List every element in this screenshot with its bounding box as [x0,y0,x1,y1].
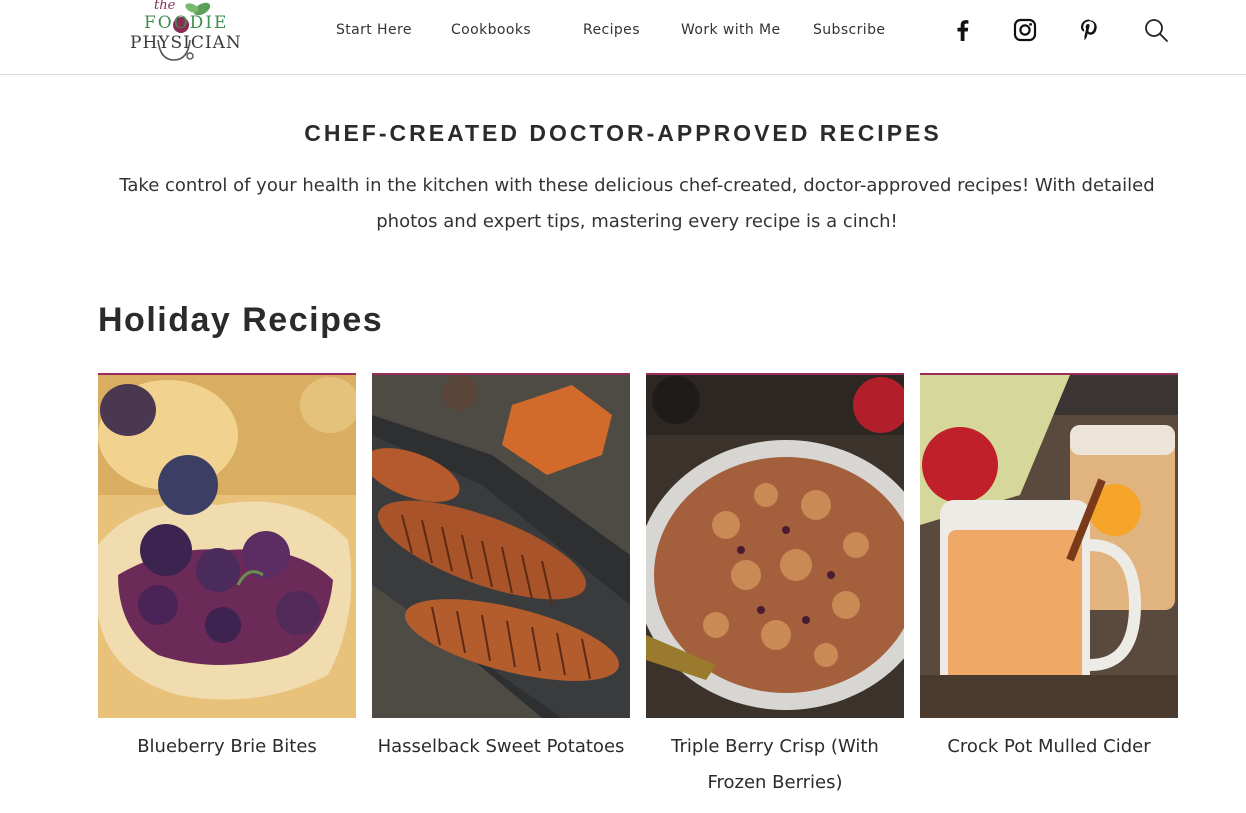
nav-start-here[interactable]: Start Here [336,22,412,38]
nav-recipes[interactable]: Recipes [583,22,640,38]
section-title: Holiday Recipes [98,301,384,339]
recipe-card[interactable]: Triple Berry Crisp (With Frozen Berries) [646,373,904,801]
hero-description: Take control of your health in the kitch… [119,175,1155,232]
nav-cookbooks[interactable]: Cookbooks [451,22,531,38]
facebook-icon[interactable] [950,17,976,43]
recipe-image[interactable] [646,373,904,718]
recipe-image[interactable] [920,373,1178,718]
site-header: the FOODIE PHYSICIAN Start Here Cookbook… [0,0,1246,75]
recipe-title[interactable]: Triple Berry Crisp (With Frozen Berries) [646,729,904,801]
logo-the: the [154,0,176,13]
logo-physician: PHYSICIAN [130,33,242,53]
nav-subscribe[interactable]: Subscribe [813,22,885,38]
pinterest-icon[interactable] [1076,17,1102,43]
recipe-image[interactable] [98,373,356,718]
instagram-icon[interactable] [1012,17,1038,43]
recipe-card[interactable]: Blueberry Brie Bites [98,373,356,765]
recipe-card[interactable]: Hasselback Sweet Potatoes [372,373,630,765]
site-logo[interactable]: the FOODIE PHYSICIAN [128,0,248,70]
recipe-title[interactable]: Crock Pot Mulled Cider [920,729,1178,765]
nav-work-with-me[interactable]: Work with Me [681,22,781,38]
search-icon[interactable] [1143,17,1169,43]
logo-foodie: FOODIE [144,13,229,33]
recipe-title[interactable]: Hasselback Sweet Potatoes [372,729,630,765]
hero-title: CHEF-CREATED DOCTOR-APPROVED RECIPES [304,120,942,146]
recipe-image[interactable] [372,373,630,718]
recipe-title[interactable]: Blueberry Brie Bites [98,729,356,765]
recipe-card[interactable]: Crock Pot Mulled Cider [920,373,1178,765]
